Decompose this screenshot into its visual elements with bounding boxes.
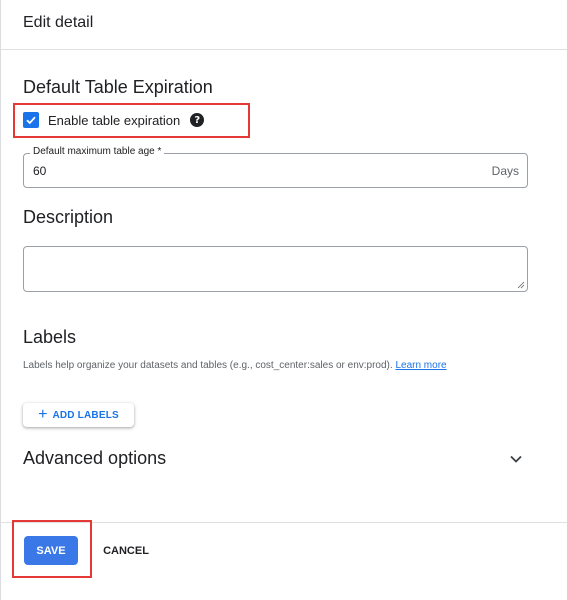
edit-detail-panel: Edit detail Default Table Expiration Ena…: [0, 0, 567, 600]
add-labels-label: ADD LABELS: [52, 409, 119, 421]
advanced-options-title: Advanced options: [23, 448, 167, 468]
advanced-options-toggle[interactable]: Advanced options: [23, 448, 528, 472]
save-button[interactable]: SAVE: [24, 536, 78, 565]
plus-icon: +: [38, 406, 48, 423]
resize-grip-icon[interactable]: [517, 281, 525, 289]
labels-section-title: Labels: [23, 327, 77, 347]
panel-header: Edit detail: [1, 0, 567, 50]
enable-expiration-label: Enable table expiration: [48, 112, 181, 128]
labels-help-body: Labels help organize your datasets and t…: [23, 360, 393, 371]
expiration-section-title: Default Table Expiration: [23, 77, 213, 97]
help-icon[interactable]: ?: [190, 113, 205, 127]
panel-title: Edit detail: [23, 14, 94, 31]
description-textarea[interactable]: [23, 246, 528, 292]
labels-help-text: Labels help organize your datasets and t…: [23, 360, 447, 371]
checkmark-icon: [26, 116, 36, 125]
add-labels-button[interactable]: + ADD LABELS: [23, 403, 134, 427]
description-section-title: Description: [23, 207, 114, 227]
cancel-button[interactable]: CANCEL: [93, 536, 159, 565]
max-table-age-field[interactable]: Default maximum table age * 60 Days: [23, 146, 528, 188]
max-table-age-input[interactable]: 60: [33, 164, 46, 178]
max-table-age-label: Default maximum table age *: [30, 146, 165, 157]
enable-expiration-row[interactable]: Enable table expiration ?: [23, 111, 205, 129]
enable-expiration-checkbox[interactable]: [23, 112, 39, 128]
chevron-down-icon: [510, 455, 522, 463]
learn-more-link[interactable]: Learn more: [395, 360, 446, 371]
days-suffix: Days: [491, 164, 519, 178]
